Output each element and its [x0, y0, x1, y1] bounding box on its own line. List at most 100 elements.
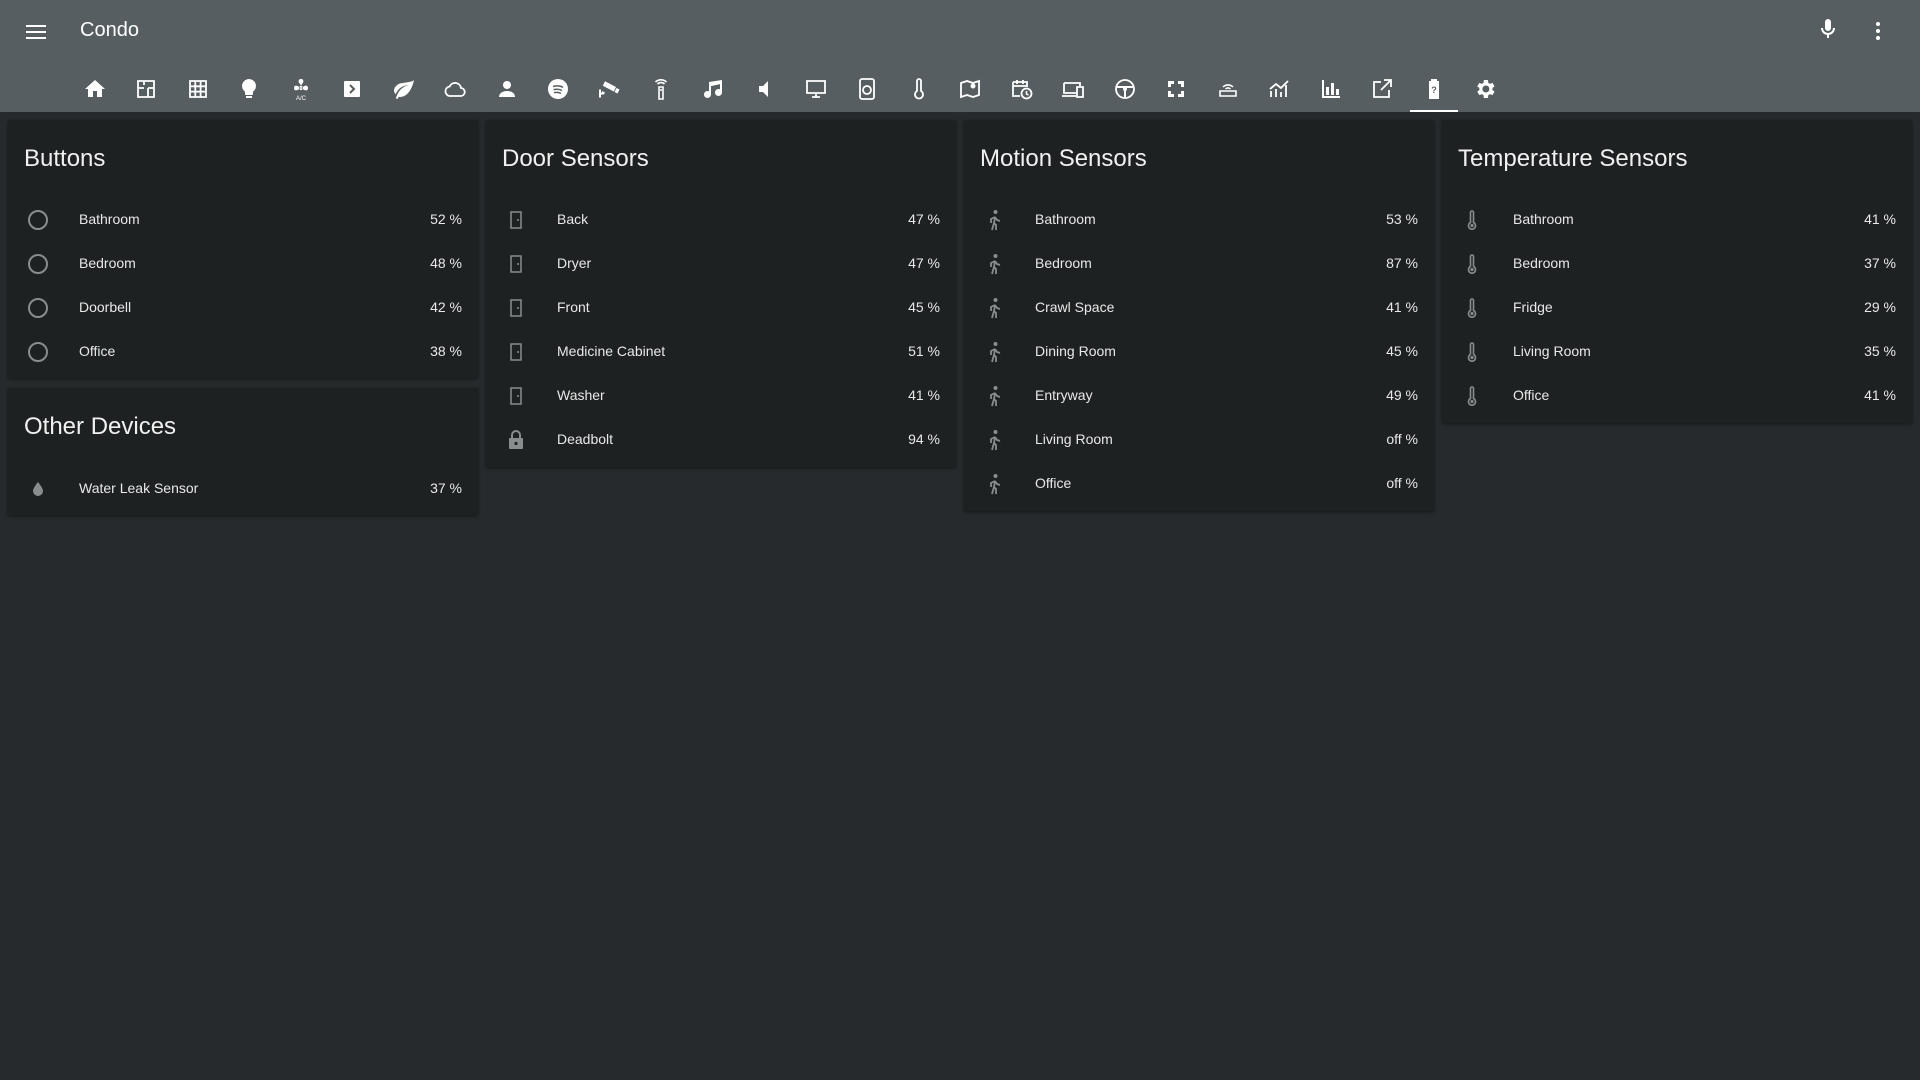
list-item[interactable]: Bathroom 52 % — [8, 198, 478, 242]
spotify-icon[interactable] — [534, 68, 582, 110]
fullscreen-icon[interactable] — [1152, 68, 1200, 110]
list-item[interactable]: Dining Room 45 % — [964, 330, 1434, 374]
music-note-icon[interactable] — [689, 68, 737, 110]
list-item[interactable]: Office 38 % — [8, 330, 478, 374]
entity-name: Back — [557, 211, 589, 227]
app-header: Condo A/C ? — [0, 0, 1920, 112]
entity-value: off % — [1386, 431, 1418, 447]
entity-value: off % — [1386, 475, 1418, 491]
list-item[interactable]: Bathroom 53 % — [964, 198, 1434, 242]
door-icon — [504, 340, 528, 364]
grid-icon[interactable] — [174, 68, 222, 110]
entity-name: Bedroom — [1513, 255, 1570, 271]
walk-icon — [982, 296, 1006, 320]
list-item[interactable]: Front 45 % — [486, 286, 956, 330]
list-item[interactable]: Bedroom 87 % — [964, 242, 1434, 286]
entity-name: Crawl Space — [1035, 299, 1115, 315]
bar-chart-icon[interactable] — [1307, 68, 1355, 110]
list-item[interactable]: Back 47 % — [486, 198, 956, 242]
washer-icon[interactable] — [843, 68, 891, 110]
door-icon — [504, 384, 528, 408]
lightbulb-icon[interactable] — [225, 68, 273, 110]
list-item[interactable]: Doorbell 42 % — [8, 286, 478, 330]
devices-icon[interactable] — [1049, 68, 1097, 110]
thermometer-icon — [1460, 340, 1484, 364]
script-icon[interactable] — [328, 68, 376, 110]
card-title: Buttons — [24, 145, 106, 172]
entity-name: Office — [1035, 475, 1072, 491]
walk-icon — [982, 208, 1006, 232]
cloud-icon[interactable] — [431, 68, 479, 110]
list-item[interactable]: Deadbolt 94 % — [486, 418, 956, 462]
list-item[interactable]: Entryway 49 % — [964, 374, 1434, 418]
entity-value: 49 % — [1386, 387, 1418, 403]
entity-value: 48 % — [430, 255, 462, 271]
list-item[interactable]: Office 41 % — [1442, 374, 1912, 418]
card-motion-sensors: Motion Sensors Bathroom 53 % Bedroom 87 … — [964, 120, 1434, 511]
entity-name: Bedroom — [1035, 255, 1092, 271]
entity-name: Dryer — [557, 255, 592, 271]
entity-name: Front — [557, 299, 590, 315]
map-icon[interactable] — [946, 68, 994, 110]
person-icon[interactable] — [483, 68, 531, 110]
list-item[interactable]: Dryer 47 % — [486, 242, 956, 286]
walk-icon — [982, 384, 1006, 408]
router-icon[interactable] — [1204, 68, 1252, 110]
thermometer-icon — [1460, 384, 1484, 408]
radio-circle-icon — [26, 296, 50, 320]
menu-icon[interactable] — [24, 20, 48, 44]
entity-name: Medicine Cabinet — [557, 343, 666, 359]
card-title: Other Devices — [24, 413, 177, 440]
monitor-icon[interactable] — [792, 68, 840, 110]
radio-circle-icon — [26, 208, 50, 232]
thermometer-icon — [1460, 252, 1484, 276]
cctv-icon[interactable] — [586, 68, 634, 110]
entity-value: 29 % — [1864, 299, 1896, 315]
entity-name: Doorbell — [79, 299, 132, 315]
list-item[interactable]: Living Room off % — [964, 418, 1434, 462]
entity-name: Bathroom — [1513, 211, 1574, 227]
list-item[interactable]: Bedroom 48 % — [8, 242, 478, 286]
entity-name: Entryway — [1035, 387, 1093, 403]
door-icon — [504, 252, 528, 276]
list-item[interactable]: Fridge 29 % — [1442, 286, 1912, 330]
floorplan-icon[interactable] — [122, 68, 170, 110]
thermometer-icon — [1460, 296, 1484, 320]
card-door-sensors: Door Sensors Back 47 % Dryer 47 % Front … — [486, 120, 956, 467]
thermometer-icon[interactable] — [895, 68, 943, 110]
entity-name: Fridge — [1513, 299, 1553, 315]
fan-ac-icon[interactable]: A/C — [277, 68, 325, 110]
entity-value: 41 % — [1864, 211, 1896, 227]
more-vert-icon[interactable] — [1866, 19, 1886, 45]
calendar-clock-icon[interactable] — [998, 68, 1046, 110]
list-item[interactable]: Crawl Space 41 % — [964, 286, 1434, 330]
list-item[interactable]: Washer 41 % — [486, 374, 956, 418]
list-item[interactable]: Medicine Cabinet 51 % — [486, 330, 956, 374]
microphone-icon[interactable] — [1816, 17, 1840, 47]
line-chart-icon[interactable] — [1255, 68, 1303, 110]
gear-icon[interactable] — [1461, 68, 1509, 110]
open-in-new-icon[interactable] — [1358, 68, 1406, 110]
card-buttons: Buttons Bathroom 52 % Bedroom 48 % Doorb… — [8, 120, 478, 378]
list-item[interactable]: Bathroom 41 % — [1442, 198, 1912, 242]
leaf-icon[interactable] — [380, 68, 428, 110]
radio-circle-icon — [26, 252, 50, 276]
entity-value: 53 % — [1386, 211, 1418, 227]
list-item[interactable]: Living Room 35 % — [1442, 330, 1912, 374]
list-item[interactable]: Office off % — [964, 462, 1434, 506]
entity-name: Bathroom — [79, 211, 140, 227]
walk-icon — [982, 340, 1006, 364]
speaker-icon[interactable] — [740, 68, 788, 110]
entity-value: 87 % — [1386, 255, 1418, 271]
entity-name: Deadbolt — [557, 431, 614, 447]
battery-icon[interactable]: ? — [1410, 68, 1458, 112]
list-item[interactable]: Water Leak Sensor 37 % — [8, 467, 478, 511]
home-icon[interactable] — [71, 68, 119, 110]
card-title: Door Sensors — [502, 145, 649, 172]
svg-text:?: ? — [1431, 85, 1437, 95]
door-icon — [504, 296, 528, 320]
steering-wheel-icon[interactable] — [1101, 68, 1149, 110]
entity-name: Washer — [557, 387, 605, 403]
list-item[interactable]: Bedroom 37 % — [1442, 242, 1912, 286]
remote-icon[interactable] — [637, 68, 685, 110]
